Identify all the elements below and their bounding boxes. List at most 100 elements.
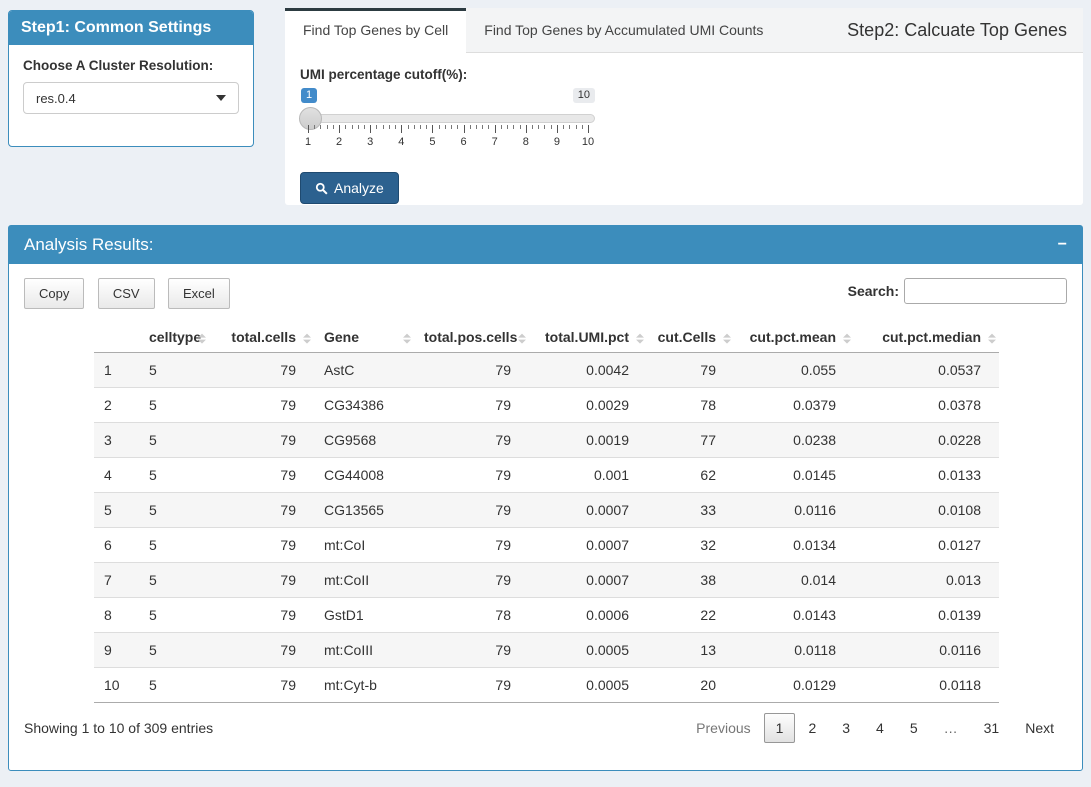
search-label: Search: <box>848 283 899 299</box>
col-header-total-cells[interactable]: total.cells <box>209 325 314 353</box>
table-cell: 78 <box>647 388 734 423</box>
col-header-celltype[interactable]: celltype <box>139 325 209 353</box>
table-cell: 0.014 <box>734 563 854 598</box>
table-cell: 0.0006 <box>529 598 647 633</box>
table-cell: 5 <box>139 563 209 598</box>
cluster-resolution-label: Choose A Cluster Resolution: <box>23 58 239 73</box>
slider-tick <box>376 125 377 129</box>
step1-body: Choose A Cluster Resolution: res.0.4 <box>9 45 253 127</box>
table-cell: 0.0116 <box>734 493 854 528</box>
col-header-total-pos-cells[interactable]: total.pos.cells <box>414 325 529 353</box>
table-cell: 79 <box>209 458 314 493</box>
step2-title: Step2: Calcuate Top Genes <box>847 20 1083 41</box>
tab-find-top-genes-by-cell[interactable]: Find Top Genes by Cell <box>285 8 466 53</box>
results-table: celltypetotal.cellsGenetotal.pos.cellsto… <box>94 325 999 703</box>
slider-tick <box>576 125 577 129</box>
col-header-total-umi-pct[interactable]: total.UMI.pct <box>529 325 647 353</box>
row-index: 9 <box>94 633 139 668</box>
pagination-page-4[interactable]: 4 <box>863 714 897 742</box>
table-cell: 0.0029 <box>529 388 647 423</box>
step2-card: Find Top Genes by Cell Find Top Genes by… <box>285 8 1083 205</box>
slider-tick <box>389 125 390 129</box>
table-cell: 0.0238 <box>734 423 854 458</box>
table-cell: 0.0129 <box>734 668 854 703</box>
table-cell: 79 <box>414 458 529 493</box>
table-cell: 0.0378 <box>854 388 999 423</box>
pagination-next[interactable]: Next <box>1012 714 1067 742</box>
slider-tick <box>308 125 309 133</box>
table-cell: 0.0007 <box>529 528 647 563</box>
caret-down-icon <box>216 95 226 101</box>
table-row[interactable]: 7579mt:CoII790.0007380.0140.013 <box>94 563 999 598</box>
table-cell: 79 <box>209 353 314 388</box>
table-cell: mt:Cyt-b <box>314 668 414 703</box>
search-input[interactable] <box>904 278 1067 304</box>
table-cell: 5 <box>139 493 209 528</box>
pagination-page-1[interactable]: 1 <box>764 713 796 743</box>
copy-button[interactable]: Copy <box>24 278 84 309</box>
slider-grid: 12345678910 <box>308 125 588 151</box>
slider-tick <box>420 125 421 129</box>
table-cell: 62 <box>647 458 734 493</box>
csv-button[interactable]: CSV <box>98 278 155 309</box>
slider-track[interactable] <box>301 114 595 123</box>
table-row[interactable]: 4579CG44008790.001620.01450.0133 <box>94 458 999 493</box>
slider-tick <box>432 125 433 133</box>
table-cell: CG34386 <box>314 388 414 423</box>
pagination-previous[interactable]: Previous <box>683 714 763 742</box>
sort-arrows-icon <box>517 333 526 343</box>
table-cell: 79 <box>414 528 529 563</box>
tab-content: UMI percentage cutoff(%): 1 10 123456789… <box>285 53 1083 216</box>
collapse-button[interactable]: − <box>1058 237 1067 253</box>
excel-button[interactable]: Excel <box>168 278 230 309</box>
col-header-gene[interactable]: Gene <box>314 325 414 353</box>
table-cell: 0.0143 <box>734 598 854 633</box>
table-row[interactable]: 10579mt:Cyt-b790.0005200.01290.0118 <box>94 668 999 703</box>
table-row[interactable]: 8579GstD1780.0006220.01430.0139 <box>94 598 999 633</box>
export-buttons: Copy CSV Excel <box>24 278 239 309</box>
table-row[interactable]: 3579CG9568790.0019770.02380.0228 <box>94 423 999 458</box>
pagination-page-31[interactable]: 31 <box>971 714 1013 742</box>
rowname-header <box>94 325 139 353</box>
sort-arrows-icon <box>635 333 644 343</box>
slider-tick <box>544 125 545 129</box>
table-row[interactable]: 5579CG13565790.0007330.01160.0108 <box>94 493 999 528</box>
table-row[interactable]: 6579mt:CoI790.0007320.01340.0127 <box>94 528 999 563</box>
table-cell: 79 <box>414 388 529 423</box>
col-header-cut-cells[interactable]: cut.Cells <box>647 325 734 353</box>
table-cell: mt:CoI <box>314 528 414 563</box>
pagination-page-5[interactable]: 5 <box>897 714 931 742</box>
slider-tick-label: 7 <box>492 136 498 148</box>
slider-tick <box>588 125 589 133</box>
table-cell: 0.0005 <box>529 668 647 703</box>
slider-tick-label: 2 <box>336 136 342 148</box>
cluster-resolution-select[interactable]: res.0.4 <box>23 82 239 114</box>
table-cell: 0.0118 <box>854 668 999 703</box>
table-row[interactable]: 2579CG34386790.0029780.03790.0378 <box>94 388 999 423</box>
table-cell: 79 <box>209 668 314 703</box>
slider-tick <box>501 125 502 129</box>
tab-find-top-genes-by-accumulated-umi-counts[interactable]: Find Top Genes by Accumulated UMI Counts <box>466 8 781 52</box>
table-cell: 0.001 <box>529 458 647 493</box>
pagination-page-2[interactable]: 2 <box>795 714 829 742</box>
slider-tick <box>582 125 583 129</box>
table-cell: 5 <box>139 458 209 493</box>
sort-arrows-icon <box>402 333 411 343</box>
slider-tick <box>395 125 396 129</box>
table-body: 1579AstC790.0042790.0550.05372579CG34386… <box>94 353 999 703</box>
slider-tick <box>333 125 334 129</box>
table-cell: 5 <box>139 388 209 423</box>
pagination-page-3[interactable]: 3 <box>829 714 863 742</box>
table-cell: 79 <box>209 633 314 668</box>
col-header-cut-pct-mean[interactable]: cut.pct.mean <box>734 325 854 353</box>
table-cell: CG13565 <box>314 493 414 528</box>
search-icon <box>315 182 328 195</box>
table-row[interactable]: 9579mt:CoIII790.0005130.01180.0116 <box>94 633 999 668</box>
table-cell: 0.0537 <box>854 353 999 388</box>
table-cell: 22 <box>647 598 734 633</box>
col-header-cut-pct-median[interactable]: cut.pct.median <box>854 325 999 353</box>
slider-tick <box>495 125 496 133</box>
analyze-button[interactable]: Analyze <box>300 172 399 204</box>
table-info: Showing 1 to 10 of 309 entries <box>24 720 213 736</box>
table-row[interactable]: 1579AstC790.0042790.0550.0537 <box>94 353 999 388</box>
